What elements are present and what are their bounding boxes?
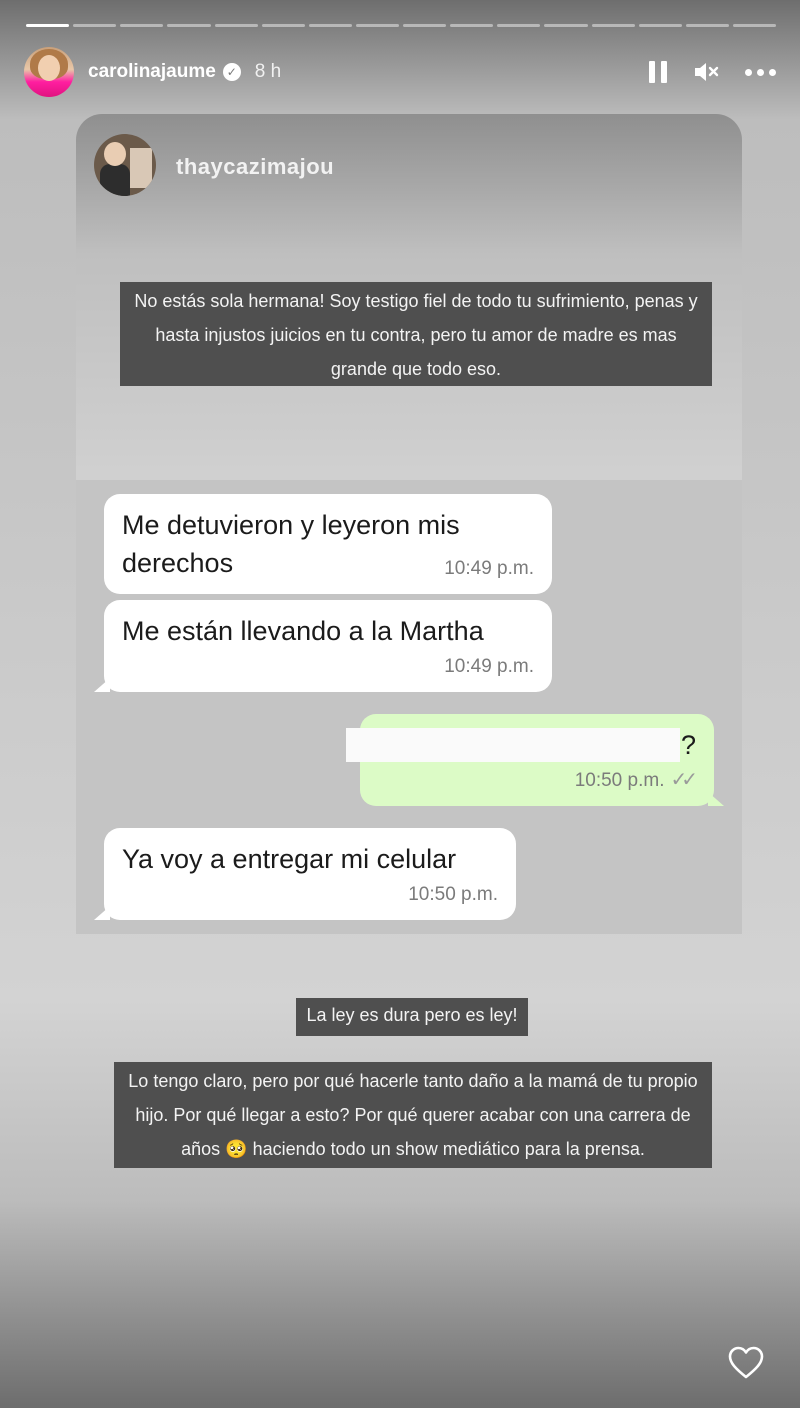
progress-segment (591, 24, 635, 27)
message-time-out: 10:50 p.m. ✓✓ (574, 769, 698, 791)
message-time: 10:49 p.m. (444, 656, 534, 677)
progress-segment (167, 24, 211, 27)
progress-segment (450, 24, 494, 27)
message-time: 10:50 p.m. (408, 884, 498, 905)
quoted-avatar[interactable] (94, 134, 156, 196)
story-progress-bar (26, 24, 776, 27)
message-text: Me detuvieron y leyeron mis derechos (122, 510, 460, 578)
avatar[interactable] (24, 47, 74, 97)
progress-segment (73, 24, 117, 27)
progress-segment (214, 24, 258, 27)
progress-segment (308, 24, 352, 27)
double-check-icon: ✓✓ (670, 769, 697, 791)
story-username[interactable]: carolinajaume (88, 61, 216, 83)
pause-icon[interactable] (649, 61, 667, 83)
progress-segment (120, 24, 164, 27)
story-caption-1: La ley es dura pero es ley! (296, 998, 528, 1036)
chat-screenshot: Me detuvieron y leyeron mis derechos 10:… (76, 480, 742, 934)
chat-message-out: ? 10:50 p.m. ✓✓ (346, 714, 724, 806)
progress-segment (26, 24, 70, 27)
header-actions (649, 61, 776, 83)
chat-message-in: Ya voy a entregar mi celular 10:50 p.m. (94, 828, 516, 920)
quoted-caption: No estás sola hermana! Soy testigo fiel … (120, 282, 712, 386)
progress-segment (732, 24, 776, 27)
quoted-username[interactable]: thaycazimajou (176, 154, 334, 180)
message-text: Ya voy a entregar mi celular (122, 844, 457, 874)
progress-segment (497, 24, 541, 27)
progress-segment (261, 24, 305, 27)
story-caption-2: Lo tengo claro, pero por qué hacerle tan… (114, 1062, 712, 1168)
story-time: 8 h (254, 61, 282, 82)
heart-icon[interactable] (728, 1346, 764, 1380)
verified-badge-icon: ✓ (222, 63, 241, 81)
chat-message-in: Me están llevando a la Martha 10:49 p.m. (94, 600, 552, 692)
message-text: Me están llevando a la Martha (122, 616, 484, 646)
message-text: ? (680, 730, 696, 760)
message-time: 10:49 p.m. (444, 558, 534, 579)
story-header: carolinajaume ✓ 8 h (24, 46, 776, 98)
progress-segment (544, 24, 588, 27)
redacted-text (346, 728, 680, 762)
progress-segment (638, 24, 682, 27)
mute-icon[interactable] (693, 61, 719, 83)
shared-post-card[interactable]: thaycazimajou Me detuvieron y leyeron mi… (76, 114, 742, 934)
chat-message-in: Me detuvieron y leyeron mis derechos 10:… (104, 494, 552, 594)
progress-segment (403, 24, 447, 27)
progress-segment (355, 24, 399, 27)
progress-segment (685, 24, 729, 27)
more-icon[interactable] (745, 68, 776, 76)
